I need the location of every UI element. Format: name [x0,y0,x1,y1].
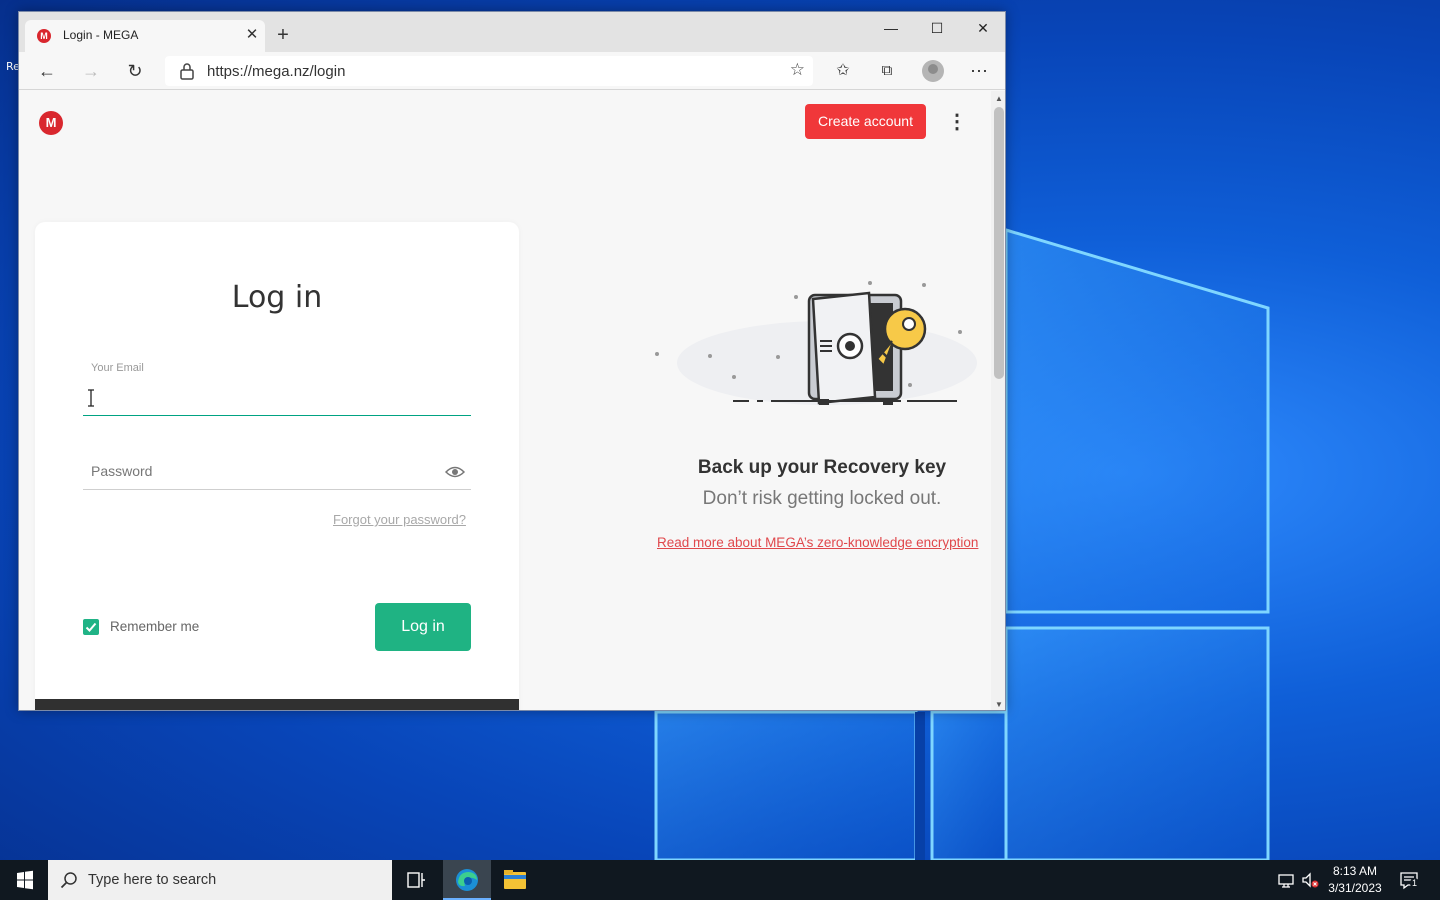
back-icon[interactable]: ← [33,58,61,84]
favorites-icon[interactable]: ✩ [829,58,857,84]
refresh-icon[interactable]: ↻ [121,58,149,84]
remember-me-label[interactable]: Remember me [110,619,199,634]
minimize-button[interactable]: — [869,16,913,40]
clock-date: 3/31/2023 [1328,881,1382,895]
notification-center-icon[interactable]: 1 [1398,870,1422,890]
page-scrollbar[interactable]: ▲ ▼ [991,91,1005,710]
taskbar: Type here to search 8:13 AM 3/31/2023 1 [0,860,1440,900]
lock-icon [180,63,194,80]
mega-favicon-icon: M [37,29,51,43]
search-icon [60,872,77,889]
taskbar-search-box[interactable]: Type here to search [48,860,392,900]
password-field[interactable] [83,452,471,490]
browser-toolbar: ← → ↻ https://mega.nz/login ☆ ✩ ⧉ ⋯ [19,52,1005,90]
tab-strip: M Login - MEGA ✕ + — ☐ ✕ [19,12,1005,52]
network-icon[interactable] [1276,870,1296,890]
windows-start-icon[interactable] [0,860,48,900]
task-view-icon[interactable] [392,860,440,900]
scroll-up-arrow-icon[interactable]: ▲ [995,94,1003,103]
profile-avatar[interactable] [922,60,944,82]
edge-icon [456,869,478,891]
search-placeholder[interactable]: Type here to search [88,872,216,888]
collections-icon[interactable]: ⧉ [873,58,901,84]
promo-title: Back up your Recovery key [697,457,947,478]
login-button[interactable]: Log in [375,603,471,651]
card-footer-bar [35,699,519,710]
menu-kebab-icon[interactable]: ⋮ [947,111,967,135]
scroll-thumb[interactable] [994,107,1004,379]
encryption-info-link[interactable]: Read more about MEGA’s zero-knowledge en… [657,535,978,550]
system-clock[interactable]: 8:13 AM 3/31/2023 [1322,863,1388,897]
url-text[interactable]: https://mega.nz/login [207,63,345,80]
maximize-button[interactable]: ☐ [915,16,959,40]
address-bar[interactable]: https://mega.nz/login ☆ [165,56,813,86]
checkmark-icon [85,622,97,632]
forgot-password-link[interactable]: Forgot your password? [333,512,466,527]
file-explorer-icon[interactable] [491,860,539,900]
login-card: Log in Your Email Forgot your password? … [35,222,519,710]
browser-window: M Login - MEGA ✕ + — ☐ ✕ ← → ↻ https://m… [18,11,1006,711]
notification-count: 1 [1410,878,1420,888]
show-password-eye-icon[interactable] [445,465,465,479]
new-tab-button[interactable]: + [271,24,295,48]
favorite-star-icon[interactable]: ☆ [790,60,805,80]
more-options-icon[interactable]: ⋯ [965,58,993,84]
remember-me-checkbox[interactable] [83,619,99,635]
volume-muted-icon[interactable] [1300,870,1320,890]
edge-browser-taskbar-button[interactable] [443,860,491,900]
text-cursor-icon [88,389,94,407]
create-account-button[interactable]: Create account [805,104,926,139]
browser-tab[interactable]: M Login - MEGA ✕ [25,20,265,52]
forward-icon[interactable]: → [77,58,105,84]
email-field[interactable] [83,378,471,416]
safe-with-key-illustration [655,281,977,405]
scroll-down-arrow-icon[interactable]: ▼ [995,700,1003,709]
tab-title: Login - MEGA [63,28,139,42]
promo-subtitle: Don’t risk getting locked out. [702,488,942,509]
close-window-button[interactable]: ✕ [961,16,1005,40]
clock-time: 8:13 AM [1332,864,1378,878]
mega-login-page: M Create account ⋮ Log in Your Email For… [19,91,991,710]
login-title: Log in [231,280,323,315]
mega-logo[interactable]: M [39,111,63,135]
email-label: Your Email [91,362,144,374]
tab-close-icon[interactable]: ✕ [243,26,261,44]
